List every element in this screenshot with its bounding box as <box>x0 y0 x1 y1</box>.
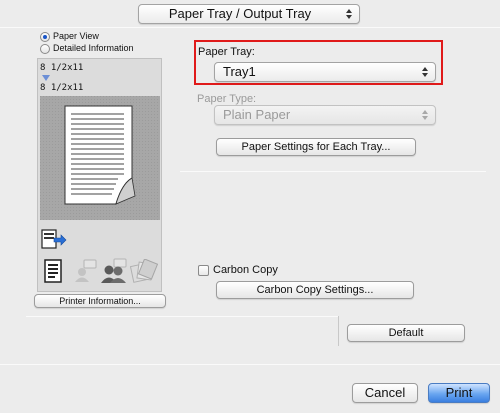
header-divider <box>0 27 500 28</box>
carbon-copy-checkbox[interactable] <box>198 265 209 276</box>
cancel-button[interactable]: Cancel <box>352 383 418 403</box>
paper-type-popup[interactable]: Plain Paper <box>214 105 436 125</box>
down-triangle-icon <box>42 75 50 81</box>
output-size-text: 8 1/2x11 <box>40 83 84 93</box>
carbon-copy-label[interactable]: Carbon Copy <box>213 264 278 276</box>
stacked-sheets-icon <box>130 259 158 283</box>
paper-tray-value: Tray1 <box>223 64 256 79</box>
carbon-copy-settings-button[interactable]: Carbon Copy Settings... <box>216 281 414 299</box>
panel-selector-popup[interactable]: Paper Tray / Output Tray <box>138 4 360 24</box>
detailed-information-label[interactable]: Detailed Information <box>53 43 134 53</box>
footer-divider <box>0 364 500 365</box>
user-comment-icon <box>75 259 97 282</box>
default-button[interactable]: Default <box>347 324 465 342</box>
document-icon <box>44 259 62 283</box>
paper-view-radio[interactable] <box>40 32 50 42</box>
up-down-arrows-icon <box>346 9 352 19</box>
paper-type-value: Plain Paper <box>223 107 291 122</box>
output-tray-icon <box>41 229 67 249</box>
original-size-text: 8 1/2x11 <box>40 63 84 73</box>
print-button[interactable]: Print <box>428 383 490 403</box>
paper-tray-label: Paper Tray: <box>198 46 255 58</box>
paper-tray-popup[interactable]: Tray1 <box>214 62 436 82</box>
right-panel-divider <box>180 171 486 172</box>
paper-settings-for-each-tray-button[interactable]: Paper Settings for Each Tray... <box>216 138 416 156</box>
page-preview-area <box>40 96 160 220</box>
default-divider <box>338 316 339 346</box>
up-down-arrows-icon <box>422 67 428 77</box>
detailed-information-radio[interactable] <box>40 44 50 54</box>
paper-view-label[interactable]: Paper View <box>53 31 99 41</box>
up-down-arrows-icon <box>422 110 428 120</box>
paper-type-label: Paper Type: <box>197 93 257 105</box>
printer-information-button[interactable]: Printer Information... <box>34 294 166 308</box>
panel-selector-value: Paper Tray / Output Tray <box>168 6 312 21</box>
options-bottom-divider <box>26 316 338 317</box>
print-dialog: Paper Tray / Output Tray Paper View Deta… <box>0 0 500 413</box>
group-users-icon <box>101 258 127 283</box>
preview-panel: 8 1/2x11 8 1/2x11 <box>37 58 162 292</box>
page-preview-image <box>40 96 160 220</box>
